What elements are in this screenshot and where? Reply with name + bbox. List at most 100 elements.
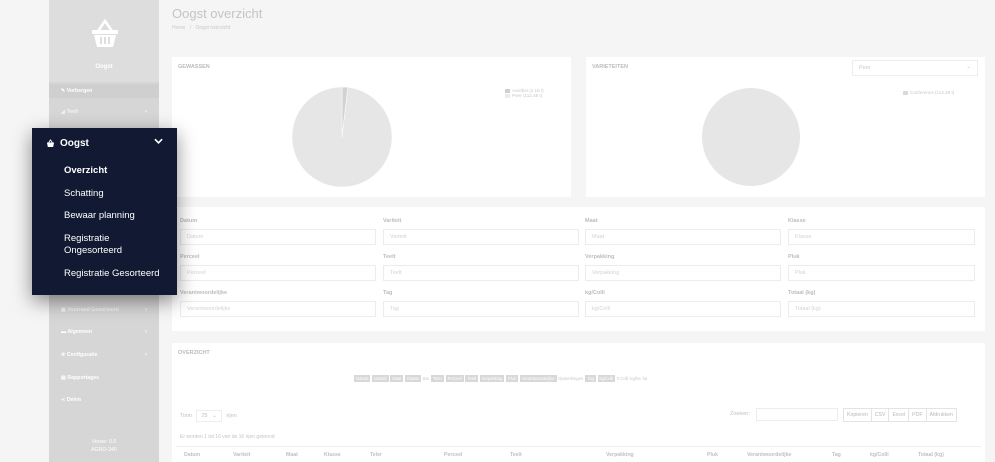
table-column-header[interactable]: kg/Colli bbox=[870, 452, 889, 458]
filter-label: Variteit bbox=[383, 218, 402, 224]
table-column-header[interactable]: Datum bbox=[184, 452, 200, 458]
export-button-excel[interactable]: Excel bbox=[888, 408, 910, 422]
legend-swatch bbox=[505, 93, 510, 98]
filter-input[interactable]: Datum bbox=[180, 229, 376, 245]
org-name: Oogst bbox=[95, 64, 113, 70]
export-button-afdrukken[interactable]: Afdrukken bbox=[925, 408, 957, 422]
legend-item: Conference (112.48 t) bbox=[903, 90, 954, 95]
flyout-item-registratie-ongesorteerd[interactable]: Registratie Ongesorteerd bbox=[64, 233, 164, 257]
table-column-header[interactable]: Variteit bbox=[233, 452, 250, 458]
table-column-header[interactable]: Teler bbox=[370, 452, 382, 458]
chevron-left-icon: ‹ bbox=[145, 352, 147, 358]
column-toggle[interactable]: ha bbox=[643, 376, 648, 381]
filter-input[interactable]: Teelt bbox=[383, 265, 579, 281]
filter-label: kg/Colli bbox=[585, 290, 605, 296]
filter-input[interactable]: Klasse bbox=[788, 229, 975, 245]
column-toggle[interactable]: Teelt bbox=[465, 375, 479, 382]
column-toggle[interactable]: Verpakking bbox=[479, 375, 505, 382]
filter-input[interactable]: Tag bbox=[383, 301, 579, 317]
export-button-pdf[interactable]: PDF bbox=[908, 408, 927, 422]
column-toggle[interactable]: Teler bbox=[431, 375, 445, 382]
sidebar-item-vorbergen[interactable]: ✎ Vorbergen bbox=[61, 88, 92, 94]
breadcrumb: Home / Oogst overzicht bbox=[172, 25, 231, 31]
sidebar-item-delen[interactable]: ≺ Delen bbox=[61, 397, 81, 403]
varieteiten-title: VARIETEITEN bbox=[592, 64, 628, 70]
filter-input[interactable]: Variteit bbox=[383, 229, 579, 245]
page-length: Toon 25 ⌄ rijen bbox=[180, 410, 237, 422]
filter-input[interactable]: Maat bbox=[585, 229, 781, 245]
column-toggle[interactable]: Variteit bbox=[371, 375, 389, 382]
chevron-down-icon: ⌄ bbox=[966, 64, 971, 70]
sidebar-item-algemeen[interactable]: ▬ Algemeen ‹ bbox=[61, 329, 147, 335]
filter-label: Teelt bbox=[383, 254, 396, 260]
variety-select[interactable]: Peer ⌄ bbox=[852, 60, 978, 76]
legend-item: Peer (112.48 t) bbox=[505, 93, 544, 98]
flyout-title[interactable]: Oogst bbox=[60, 138, 89, 149]
table-info: Er worden 1 tot 16 van de 16 rijen getoo… bbox=[180, 434, 275, 440]
filter-input[interactable]: Verpakking bbox=[585, 265, 781, 281]
breadcrumb-home[interactable]: Home bbox=[172, 25, 185, 31]
varieteiten-legend: Conference (112.48 t) bbox=[903, 90, 954, 95]
basket-icon bbox=[46, 139, 55, 147]
export-button-csv[interactable]: CSV bbox=[870, 408, 890, 422]
flyout-item-overzicht[interactable]: Overzicht bbox=[64, 165, 107, 177]
sidebar-item-voorraad[interactable]: ▦ Voorraad Gesorteerd ‹ bbox=[61, 307, 147, 313]
gewassen-card: GEWASSEN Aardbei (2.15 t) Peer (112.48 t… bbox=[172, 57, 571, 197]
column-toggle[interactable]: # Colli bbox=[617, 376, 629, 381]
column-toggle[interactable]: Verantwoordelijke bbox=[519, 375, 557, 382]
column-toggle[interactable]: Klasse bbox=[404, 375, 422, 382]
filter-input[interactable]: Totaal (kg) bbox=[788, 301, 975, 317]
flyout-item-bewaar-planning[interactable]: Bewaar planning bbox=[64, 210, 135, 222]
flyout-item-registratie-gesorteerd[interactable]: Registratie Gesorteerd bbox=[64, 268, 160, 280]
table-column-header[interactable]: Verantwoordelijke bbox=[747, 452, 791, 458]
sidebar-item-configuratie[interactable]: ✲ Configuratie ‹ bbox=[61, 352, 147, 358]
filter-label: Totaal (kg) bbox=[788, 290, 816, 296]
column-toggle[interactable]: Bio bbox=[423, 376, 429, 381]
filter-input[interactable]: kg/Colli bbox=[585, 301, 781, 317]
column-toggle[interactable]: Opmerkingen bbox=[558, 376, 583, 381]
filter-label: Datum bbox=[180, 218, 198, 224]
sidebar-item-teelt[interactable]: ◢ Teelt ‹ bbox=[61, 109, 147, 115]
table-column-header[interactable]: Teelt bbox=[510, 452, 522, 458]
chevron-left-icon: ‹ bbox=[145, 307, 147, 313]
column-toggle[interactable]: kg/Colli bbox=[597, 375, 616, 382]
table-column-header[interactable]: Perceel bbox=[444, 452, 462, 458]
gewassen-title: GEWASSEN bbox=[178, 64, 210, 70]
sidebar-logo: Oogst bbox=[49, 0, 159, 82]
build-label: AGRO-340 bbox=[91, 447, 117, 453]
table-column-header[interactable]: Totaal (kg) bbox=[918, 452, 944, 458]
gewassen-legend: Aardbei (2.15 t) Peer (112.48 t) bbox=[505, 88, 544, 98]
export-button-kopieren[interactable]: Kopieren bbox=[843, 408, 872, 422]
table-column-header[interactable]: Tag bbox=[832, 452, 841, 458]
filter-input[interactable]: Perceel bbox=[180, 265, 376, 281]
column-toggle[interactable]: Datum bbox=[354, 375, 371, 382]
varieteiten-card: VARIETEITEN Peer ⌄ Conference (112.48 t) bbox=[586, 57, 985, 197]
filter-label: Pluk bbox=[788, 254, 800, 260]
table-column-header[interactable]: Verpakking bbox=[606, 452, 634, 458]
chevron-left-icon: ‹ bbox=[145, 109, 147, 115]
sidebar-item-rapportages[interactable]: ▤ Rapportages bbox=[61, 375, 99, 381]
table-divider bbox=[176, 446, 981, 447]
chevron-down-icon[interactable] bbox=[154, 138, 163, 144]
filter-label: Maat bbox=[585, 218, 598, 224]
filter-label: Tag bbox=[383, 290, 393, 296]
flyout-item-schatting[interactable]: Schatting bbox=[64, 188, 104, 200]
column-toggle[interactable]: Pluk bbox=[505, 375, 519, 382]
table-column-header[interactable]: Maat bbox=[286, 452, 298, 458]
pie-slice bbox=[292, 86, 392, 188]
table-column-header[interactable]: Klasse bbox=[324, 452, 341, 458]
oogst-flyout-menu: Oogst Overzicht Schatting Bewaar plannin… bbox=[32, 128, 177, 295]
column-toggle[interactable]: kg/ha bbox=[630, 376, 640, 381]
search-input[interactable] bbox=[756, 408, 838, 421]
column-toggle[interactable]: Perceel bbox=[445, 375, 464, 382]
page-length-select[interactable]: 25 ⌄ bbox=[196, 410, 222, 422]
filter-input[interactable]: Pluk bbox=[788, 265, 975, 281]
legend-swatch bbox=[903, 90, 908, 95]
filter-input[interactable]: Verantwoordelijke bbox=[180, 301, 376, 317]
gewassen-pie-chart bbox=[292, 86, 392, 188]
table-column-header[interactable]: Pluk bbox=[707, 452, 718, 458]
column-toggle[interactable]: Maat bbox=[390, 375, 404, 382]
column-toggle[interactable]: Tag bbox=[585, 375, 597, 382]
filter-label: Klasse bbox=[788, 218, 806, 224]
pie-slice bbox=[702, 88, 800, 186]
